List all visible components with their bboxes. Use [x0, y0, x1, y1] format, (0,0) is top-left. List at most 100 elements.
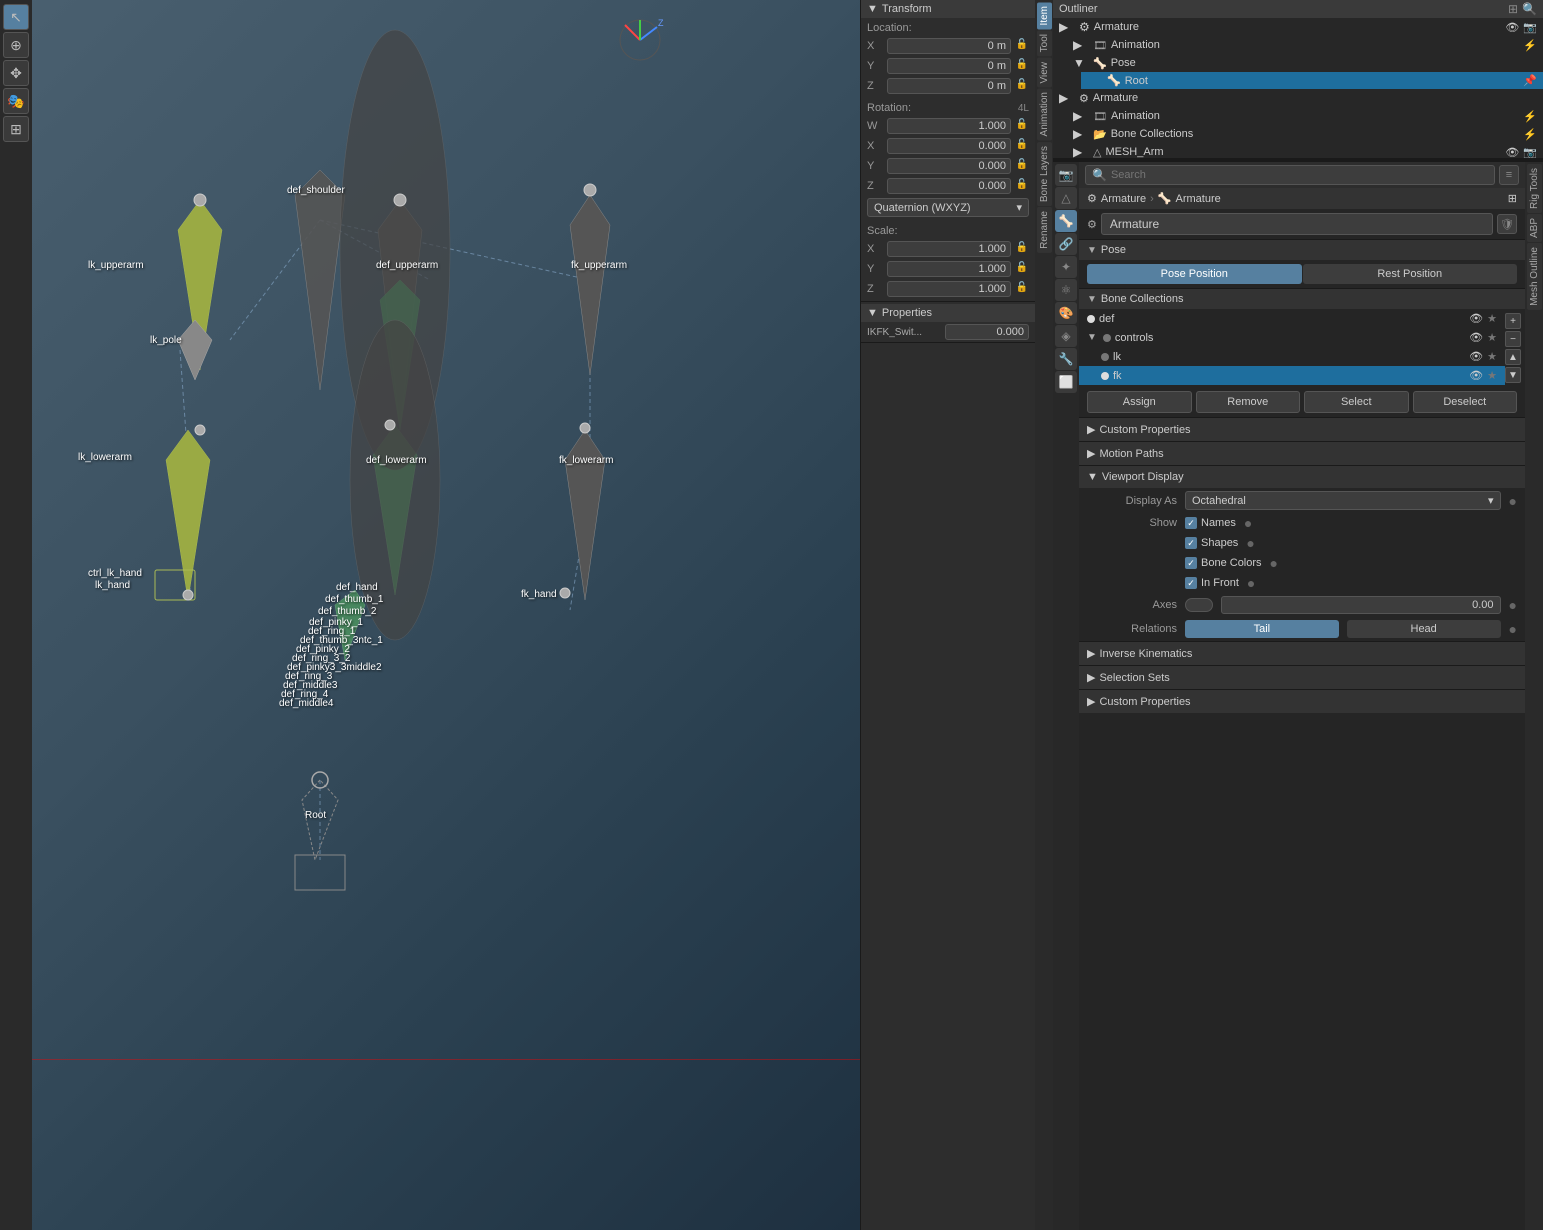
mask-tool-btn[interactable]: 🎭	[3, 88, 29, 114]
rot-x-lock[interactable]: 🔓	[1015, 139, 1029, 153]
props-tab-particles[interactable]: ✦	[1055, 256, 1077, 278]
axes-toggle[interactable]	[1185, 598, 1213, 612]
relations-dot[interactable]: ●	[1509, 621, 1517, 637]
edge-tab-rename[interactable]: Rename	[1037, 207, 1052, 253]
bc-def-star[interactable]: ★	[1487, 312, 1497, 325]
axis-gizmo[interactable]: Z	[615, 15, 665, 65]
outliner-root-bone[interactable]: 🦴 Root 📌	[1081, 72, 1543, 89]
move-tool-btn[interactable]: ✥	[3, 60, 29, 86]
outliner-pose[interactable]: ▼ 🦴 Pose	[1067, 54, 1543, 72]
rest-position-btn[interactable]: Rest Position	[1303, 264, 1518, 284]
rot-y-value[interactable]: 0.000	[887, 158, 1011, 174]
axes-dot[interactable]: ●	[1509, 597, 1517, 613]
outliner-animation2[interactable]: ▶ 🎞 Animation ⚡	[1067, 107, 1543, 125]
bc-controls-eye[interactable]: 👁	[1469, 331, 1483, 344]
loc-z-value[interactable]: 0 m	[887, 78, 1011, 94]
custom-props2-header[interactable]: ▶ Custom Properties	[1079, 690, 1525, 713]
bc-lk-eye[interactable]: 👁	[1469, 350, 1483, 363]
vd-bone-colors-dot[interactable]: ●	[1270, 555, 1278, 571]
tail-btn[interactable]: Tail	[1185, 620, 1339, 638]
props-tab-physics[interactable]: ⚛	[1055, 279, 1077, 301]
cursor-tool-btn[interactable]: ⊕	[3, 32, 29, 58]
props-tab-extra2[interactable]: ◈	[1055, 325, 1077, 347]
loc-x-value[interactable]: 0 m	[887, 38, 1011, 54]
outliner-filter-icon[interactable]: ⊞	[1508, 2, 1518, 16]
head-btn[interactable]: Head	[1347, 620, 1501, 638]
ikfk-value[interactable]: 0.000	[945, 324, 1029, 340]
pose-header[interactable]: ▼ Pose	[1079, 240, 1525, 260]
rig-tools-tab[interactable]: Rig Tools	[1527, 164, 1542, 213]
rot-w-lock[interactable]: 🔓	[1015, 119, 1029, 133]
bc-down-btn[interactable]: ▼	[1505, 367, 1521, 383]
bc-fk-star[interactable]: ★	[1487, 369, 1497, 382]
bc-up-btn[interactable]: ▲	[1505, 349, 1521, 365]
axes-value[interactable]: 0.00	[1221, 596, 1501, 614]
bc-lk-star[interactable]: ★	[1487, 350, 1497, 363]
bc-remove-btn[interactable]: −	[1505, 331, 1521, 347]
vd-names-checkbox[interactable]: ✓ Names	[1185, 517, 1236, 529]
scale-z-value[interactable]: 1.000	[887, 281, 1011, 297]
assign-btn[interactable]: Assign	[1087, 391, 1192, 413]
rotation-type-dropdown[interactable]: Quaternion (WXYZ) ▾	[867, 198, 1029, 217]
loc-x-lock[interactable]: 🔓	[1015, 39, 1029, 53]
edge-tab-bone-layers[interactable]: Bone Layers	[1037, 142, 1052, 206]
scale-x-value[interactable]: 1.000	[887, 241, 1011, 257]
bc-fk-eye[interactable]: 👁	[1469, 369, 1483, 382]
sel-sets-header[interactable]: ▶ Selection Sets	[1079, 666, 1525, 689]
outliner-search-icon[interactable]: 🔍	[1522, 2, 1537, 16]
rot-w-value[interactable]: 1.000	[887, 118, 1011, 134]
properties-header[interactable]: ▼ Properties	[861, 304, 1035, 322]
deselect-btn[interactable]: Deselect	[1413, 391, 1518, 413]
scale-y-lock[interactable]: 🔓	[1015, 262, 1029, 276]
bc-def[interactable]: def 👁 ★	[1079, 309, 1505, 328]
pose-position-btn[interactable]: Pose Position	[1087, 264, 1302, 284]
outliner-bone-collections[interactable]: ▶ 📂 Bone Collections ⚡	[1067, 125, 1543, 143]
armature-name-field[interactable]: Armature	[1101, 213, 1493, 235]
loc-z-lock[interactable]: 🔓	[1015, 79, 1029, 93]
edge-tab-animation[interactable]: Animation	[1037, 88, 1052, 140]
vd-bone-colors-checkbox[interactable]: ✓ Bone Colors	[1185, 557, 1262, 569]
props-tab-extra1[interactable]: 🎨	[1055, 302, 1077, 324]
props-tab-render[interactable]: 📷	[1055, 164, 1077, 186]
outliner-armature2[interactable]: ▶ ⚙ Armature	[1053, 89, 1543, 107]
select-btn[interactable]: Select	[1304, 391, 1409, 413]
abp-tab[interactable]: ABP	[1527, 214, 1542, 242]
bc-def-eye[interactable]: 👁	[1469, 312, 1483, 325]
bone-collections-header[interactable]: ▼ Bone Collections	[1079, 289, 1525, 309]
mesh-outline-tab[interactable]: Mesh Outline	[1527, 243, 1542, 310]
motion-paths-header[interactable]: ▶ Motion Paths	[1079, 442, 1525, 465]
vd-in-front-checkbox[interactable]: ✓ In Front	[1185, 577, 1239, 589]
scale-z-lock[interactable]: 🔓	[1015, 282, 1029, 296]
rot-z-value[interactable]: 0.000	[887, 178, 1011, 194]
vd-display-as-dropdown[interactable]: Octahedral ▾	[1185, 491, 1501, 510]
grid-tool-btn[interactable]: ⊞	[3, 116, 29, 142]
bc-lk[interactable]: lk 👁 ★	[1079, 347, 1505, 366]
props-tab-extra3[interactable]: 🔧	[1055, 348, 1077, 370]
bc-controls-star[interactable]: ★	[1487, 331, 1497, 344]
viewport-display-header[interactable]: ▼ Viewport Display	[1079, 466, 1525, 488]
bc-add-btn[interactable]: +	[1505, 313, 1521, 329]
vd-display-as-dot[interactable]: ●	[1509, 493, 1517, 509]
transform-header[interactable]: ▼ Transform	[861, 0, 1035, 18]
outliner-mesh-arm[interactable]: ▶ △ MESH_Arm 👁 📷	[1067, 143, 1543, 160]
bc-fk[interactable]: fk 👁 ★	[1079, 366, 1505, 385]
props-tab-constraint[interactable]: 🔗	[1055, 233, 1077, 255]
edge-tab-tool[interactable]: Tool	[1037, 30, 1052, 56]
vd-shapes-dot[interactable]: ●	[1246, 535, 1254, 551]
ik-header[interactable]: ▶ Inverse Kinematics	[1079, 642, 1525, 665]
edge-tab-view[interactable]: View	[1037, 58, 1052, 88]
bc-controls[interactable]: ▼ controls 👁 ★	[1079, 328, 1505, 347]
custom-props-header[interactable]: ▶ Custom Properties	[1079, 418, 1525, 441]
outliner-animation[interactable]: ▶ 🎞 Animation ⚡	[1067, 36, 1543, 54]
props-tab-extra4[interactable]: ⬜	[1055, 371, 1077, 393]
search-input[interactable]	[1111, 169, 1488, 181]
select-tool-btn[interactable]: ↖	[3, 4, 29, 30]
vd-shapes-checkbox[interactable]: ✓ Shapes	[1185, 537, 1238, 549]
edge-tab-item[interactable]: Item	[1037, 2, 1052, 29]
loc-y-lock[interactable]: 🔓	[1015, 59, 1029, 73]
loc-y-value[interactable]: 0 m	[887, 58, 1011, 74]
vd-names-dot[interactable]: ●	[1244, 515, 1252, 531]
props-tab-object[interactable]: △	[1055, 187, 1077, 209]
rot-x-value[interactable]: 0.000	[887, 138, 1011, 154]
outliner-armature-root[interactable]: ▶ ⚙ Armature 👁 📷	[1053, 18, 1543, 36]
